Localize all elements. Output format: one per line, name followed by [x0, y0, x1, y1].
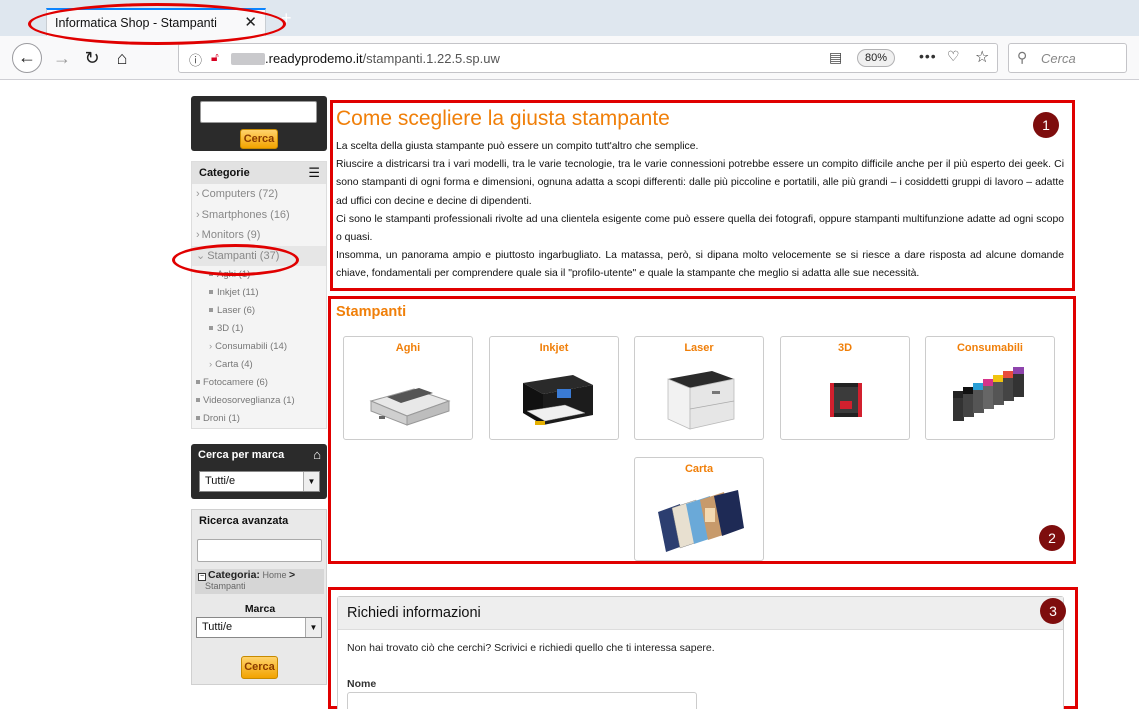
info-request-section: Richiedi informazioni Non hai trovato ci…	[328, 587, 1078, 709]
laser-printer-image	[667, 371, 735, 430]
bookmark-star-icon[interactable]: ☆	[975, 47, 989, 67]
browser-tab[interactable]: Informatica Shop - Stampanti ✕	[46, 8, 266, 36]
annotation-badge-3: 3	[1040, 598, 1066, 624]
stampanti-section: Stampanti Aghi Inkjet Laser 3D Consumabi…	[328, 296, 1076, 564]
subcategory-3d[interactable]: 3D (1)	[192, 320, 326, 338]
card-label: Carta	[684, 463, 714, 475]
card-label: 3D	[837, 342, 853, 354]
info-request-panel: Richiedi informazioni Non hai trovato ci…	[337, 596, 1064, 709]
card-label: Aghi	[395, 342, 421, 354]
browser-titlebar: Informatica Shop - Stampanti ✕ +	[0, 0, 1139, 36]
intro-paragraph: Ci sono le stampanti professionali rivol…	[336, 213, 1064, 244]
category-droni[interactable]: Droni (1)	[192, 410, 326, 428]
intro-paragraph: Insomma, un panorama ampio e piuttosto i…	[336, 250, 1064, 280]
3d-printer-image	[830, 383, 862, 417]
dropdown-arrow-icon: ▼	[305, 618, 321, 637]
site-info-icon[interactable]: ⓘ	[189, 50, 202, 69]
category-card-aghi[interactable]: Aghi	[343, 336, 473, 440]
categories-header: Categorie ☰	[192, 162, 326, 184]
ink-cartridges-image	[953, 367, 1024, 421]
sidebar-search-button[interactable]: Cerca	[240, 129, 278, 149]
photo-paper-image	[658, 490, 744, 552]
category-videosorveglianza[interactable]: Videosorveglianza (1)	[192, 392, 326, 410]
categories-block: Categorie ☰ › Computers (72) › Smartphones…	[191, 161, 327, 429]
category-monitors[interactable]: › Monitors (9)	[192, 225, 326, 246]
annotation-badge-2: 2	[1039, 525, 1065, 551]
card-label: Inkjet	[539, 342, 569, 354]
page-content: Cerca Categorie ☰ › Computers (72) › Smart…	[0, 81, 1139, 709]
new-tab-icon[interactable]: +	[281, 8, 292, 29]
info-request-title: Richiedi informazioni	[338, 597, 1063, 630]
card-label: Consumabili	[956, 342, 1023, 354]
categories-title: Categorie	[199, 167, 250, 179]
info-request-subtitle: Non hai trovato ciò che cerchi? Scrivici…	[347, 642, 715, 654]
pocket-icon[interactable]: ♡	[947, 48, 960, 65]
page-actions-icon[interactable]: •••	[919, 48, 937, 64]
insecure-lock-icon[interactable]: 🔓︎	[211, 50, 219, 65]
dropdown-arrow-icon: ▼	[303, 472, 319, 491]
annotation-badge-1: 1	[1033, 112, 1059, 138]
list-icon[interactable]: ☰	[308, 162, 320, 184]
brand-search-title: Cerca per marca	[198, 449, 285, 461]
category-card-laser[interactable]: Laser	[634, 336, 764, 440]
subcategory-aghi[interactable]: Aghi (1)	[192, 266, 326, 284]
card-label: Laser	[684, 342, 714, 354]
name-label: Nome	[347, 678, 377, 690]
advanced-search-input[interactable]	[197, 539, 322, 562]
advanced-category: − Categoria: Home > Stampanti	[195, 569, 324, 594]
browser-toolbar: ← → ↻ ⌂ ⓘ 🔓︎ .readyprodemo.it/stampanti.…	[0, 36, 1139, 80]
sidebar: Cerca Categorie ☰ › Computers (72) › Smart…	[191, 96, 327, 685]
tab-title: Informatica Shop - Stampanti	[55, 16, 217, 30]
subcategory-laser[interactable]: Laser (6)	[192, 302, 326, 320]
url-host: .readyprodemo.it	[265, 51, 363, 66]
intro-title: Come scegliere la giusta stampante	[336, 107, 670, 130]
collapse-icon[interactable]: −	[198, 573, 206, 581]
subcategory-inkjet[interactable]: Inkjet (11)	[192, 284, 326, 302]
home-icon[interactable]: ⌂	[108, 44, 136, 72]
category-fotocamere[interactable]: Fotocamere (6)	[192, 374, 326, 392]
intro-text: La scelta della giusta stampante può ess…	[336, 138, 1064, 284]
sidebar-search-block: Cerca	[191, 96, 327, 151]
brand-search-block: Cerca per marca ⌂ Tutti/e ▼	[191, 444, 327, 499]
brand-search-header: Cerca per marca ⌂	[191, 444, 327, 466]
category-card-inkjet[interactable]: Inkjet	[489, 336, 619, 440]
home-icon[interactable]: ⌂	[313, 444, 321, 466]
advanced-search-title: Ricerca avanzata	[199, 515, 289, 527]
intro-paragraph: Riuscire a districarsi tra i vari modell…	[336, 159, 1064, 207]
browser-search-box[interactable]: ⚲ Cerca	[1008, 43, 1127, 73]
reader-view-icon[interactable]: ▤	[829, 49, 842, 66]
url-redacted	[231, 53, 265, 65]
category-card-consumabili[interactable]: Consumabili	[925, 336, 1055, 440]
category-stampanti[interactable]: ⌄ Stampanti (37)	[192, 245, 326, 266]
url-path: /stampanti.1.22.5.sp.uw	[362, 51, 500, 66]
stampanti-title: Stampanti	[336, 304, 407, 320]
search-placeholder: Cerca	[1041, 51, 1076, 66]
advanced-search-button[interactable]: Cerca	[241, 656, 278, 679]
advanced-search-block: Ricerca avanzata − Categoria: Home > Stam…	[191, 509, 327, 685]
category-computers[interactable]: › Computers (72)	[192, 184, 326, 205]
zoom-indicator[interactable]: 80%	[857, 49, 895, 67]
url-bar[interactable]: ⓘ 🔓︎ .readyprodemo.it/stampanti.1.22.5.s…	[178, 43, 998, 73]
url-text: .readyprodemo.it/stampanti.1.22.5.sp.uw	[265, 51, 500, 66]
category-card-3d[interactable]: 3D	[780, 336, 910, 440]
category-card-carta[interactable]: Carta	[634, 457, 764, 561]
subcategory-carta[interactable]: › Carta (4)	[192, 356, 326, 374]
advanced-brand-select[interactable]: Tutti/e ▼	[196, 617, 322, 638]
tab-close-icon[interactable]: ✕	[244, 13, 257, 31]
back-icon[interactable]: ←	[12, 43, 42, 73]
intro-section: Come scegliere la giusta stampante La sc…	[330, 100, 1075, 291]
search-icon: ⚲	[1017, 49, 1028, 65]
name-input[interactable]	[347, 692, 697, 709]
subcategory-consumabili[interactable]: › Consumabili (14)	[192, 338, 326, 356]
dot-matrix-printer-image	[369, 388, 451, 426]
sidebar-search-input[interactable]	[200, 101, 317, 123]
intro-paragraph: La scelta della giusta stampante può ess…	[336, 141, 699, 152]
brand-select[interactable]: Tutti/e ▼	[199, 471, 320, 492]
category-smartphones[interactable]: › Smartphones (16)	[192, 205, 326, 226]
reload-icon[interactable]: ↻	[78, 44, 106, 72]
advanced-brand-label: Marca	[244, 603, 276, 615]
forward-icon[interactable]: →	[48, 44, 76, 72]
inkjet-printer-image	[523, 375, 593, 425]
